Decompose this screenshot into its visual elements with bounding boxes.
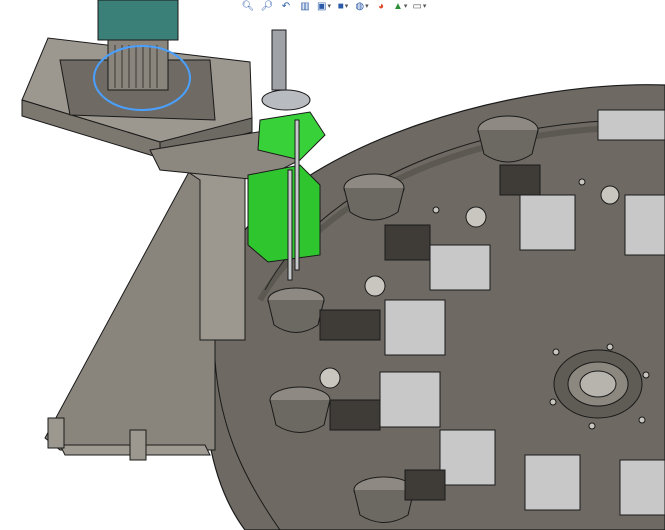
support-frame[interactable] bbox=[44, 169, 246, 461]
cad-graphics-area[interactable] bbox=[0, 0, 665, 530]
